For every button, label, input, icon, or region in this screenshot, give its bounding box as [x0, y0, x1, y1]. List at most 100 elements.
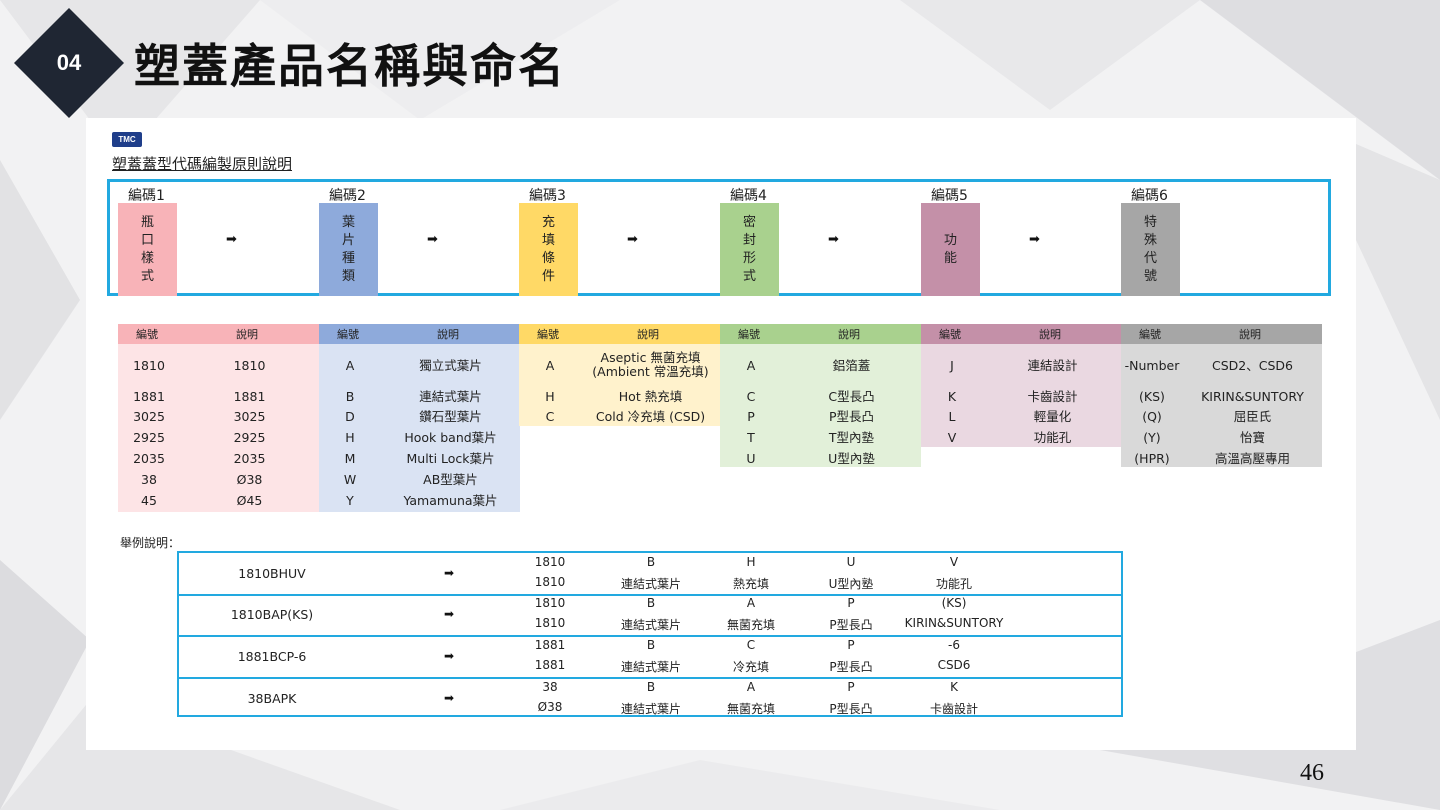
example-code: 38BAPK	[247, 691, 297, 706]
example-code: 1881BCP-6	[237, 649, 307, 664]
table-cell-desc: KIRIN&SUNTORY	[1201, 389, 1304, 404]
table-cell-desc: 輕量化	[1033, 409, 1072, 424]
table-cell-desc: AB型葉片	[423, 472, 478, 487]
table-cell-code: 38	[141, 472, 157, 487]
table-cell-code: C	[746, 389, 756, 404]
code-label: 編碼1	[128, 188, 165, 204]
example-bottom-value: P型長凸	[829, 660, 873, 674]
table-cell-desc: 獨立式葉片	[419, 358, 482, 373]
table-cell-desc: 連結設計	[1027, 358, 1078, 373]
table-cell-desc: Hook band葉片	[404, 430, 497, 445]
code-box: 充填條件	[519, 203, 578, 296]
arrow-icon: ➡	[444, 691, 455, 705]
table-cell-desc: Yamamuna葉片	[403, 493, 498, 508]
column-header: 說明	[637, 328, 659, 341]
table-cell-desc: C型長凸	[828, 389, 875, 404]
table-cell-code: (Q)	[1142, 409, 1162, 424]
code-char: 密	[742, 214, 756, 230]
table-cell-desc: 1881	[233, 389, 266, 404]
arrow-icon: ➡	[1029, 232, 1040, 247]
code-char: 形	[742, 250, 756, 266]
table-cell-code: 45	[141, 493, 157, 508]
table-cell-desc: 怡寶	[1239, 430, 1265, 445]
table-cell-code: P	[747, 409, 755, 424]
column-header: 編號	[537, 328, 559, 341]
example-label: 舉例說明：	[120, 536, 181, 550]
example-divider	[179, 677, 1121, 679]
table-cell-desc: Aseptic 無菌充填 (Ambient 常溫充填)	[581, 351, 720, 379]
table-header: 編號 說明	[720, 324, 921, 344]
example-top-value: P	[847, 596, 855, 610]
column-header: 編號	[136, 328, 158, 341]
table-cell-code: -Number	[1124, 358, 1180, 373]
code-char: 式	[742, 268, 756, 284]
table-cell-code: 2925	[133, 430, 165, 445]
code-label: 編碼3	[529, 188, 566, 204]
table-header: 編號 說明	[519, 324, 720, 344]
table-cell-code: (KS)	[1139, 389, 1165, 404]
section-number: 04	[56, 50, 82, 75]
example-code: 1810BAP(KS)	[230, 607, 314, 622]
table-cell-code: B	[345, 389, 355, 404]
company-logo: TMC	[112, 132, 142, 147]
example-bottom-value: U型內塾	[828, 577, 874, 591]
code-box: 葉片種類	[319, 203, 378, 296]
column-header: 說明	[437, 328, 459, 341]
table-cell-code: H	[345, 430, 355, 445]
code-box: 瓶口樣式	[118, 203, 177, 296]
table-cell-code: J	[950, 358, 954, 373]
code-char: 葉	[341, 214, 355, 230]
table-header: 編號 說明	[921, 324, 1122, 344]
table-cell-desc: Ø38	[236, 472, 263, 487]
example-top-value: (KS)	[941, 596, 967, 610]
column-header: 編號	[738, 328, 760, 341]
table-cell-code: (HPR)	[1134, 451, 1170, 466]
table-cell-desc: 鋁箔蓋	[832, 358, 871, 373]
table-cell-code: 1881	[133, 389, 165, 404]
table-cell-desc: U型內塾	[828, 451, 875, 466]
table-cell-code: A	[746, 358, 756, 373]
table-cell-code: C	[545, 409, 555, 424]
code-label: 編碼4	[730, 188, 767, 204]
page-number: 46	[1300, 760, 1324, 786]
table-cell-code: L	[948, 409, 956, 424]
arrow-icon: ➡	[444, 607, 455, 621]
table-cell-desc: 鑽石型葉片	[419, 409, 482, 424]
code-char: 瓶	[140, 214, 154, 230]
code-char: 封	[742, 232, 756, 248]
table-header: 編號 說明	[319, 324, 520, 344]
cell-line: Aseptic 無菌充填	[600, 350, 701, 365]
table-cell-desc: 2035	[233, 451, 266, 466]
code-box: 功能	[921, 203, 980, 296]
example-bottom-value: P型長凸	[829, 618, 873, 632]
arrow-icon: ➡	[627, 232, 638, 247]
table-cell-code: T	[747, 430, 755, 445]
example-divider	[179, 635, 1121, 637]
code-char: 樣	[140, 250, 154, 266]
code-char: 代	[1143, 250, 1157, 266]
table-cell-desc: T型內塾	[828, 430, 875, 445]
example-top-value: -6	[948, 638, 960, 652]
code-char: 功	[943, 232, 957, 248]
code-char: 能	[943, 250, 957, 266]
table-cell-code: U	[746, 451, 756, 466]
arrow-icon: ➡	[427, 232, 438, 247]
table-cell-code: A	[345, 358, 355, 373]
code-char: 條	[541, 250, 555, 266]
code-char: 口	[140, 232, 154, 248]
table-cell-desc: 卡齒設計	[1027, 389, 1078, 404]
code-char: 特	[1143, 214, 1157, 230]
example-bottom-value: CSD6	[937, 658, 971, 672]
table-cell-desc: 2925	[233, 430, 266, 445]
code-char: 片	[341, 232, 355, 248]
table-cell-code: Y	[346, 493, 354, 508]
column-header: 說明	[1039, 328, 1061, 341]
column-header: 編號	[1139, 328, 1161, 341]
code-char: 類	[341, 268, 355, 284]
arrow-icon: ➡	[444, 649, 455, 663]
code-box: 密封形式	[720, 203, 779, 296]
example-bottom-value: 卡齒設計	[929, 702, 978, 716]
table-cell-desc: Hot 熱充填	[618, 389, 683, 404]
arrow-icon: ➡	[226, 232, 237, 247]
table-cell-code: (Y)	[1143, 430, 1161, 445]
